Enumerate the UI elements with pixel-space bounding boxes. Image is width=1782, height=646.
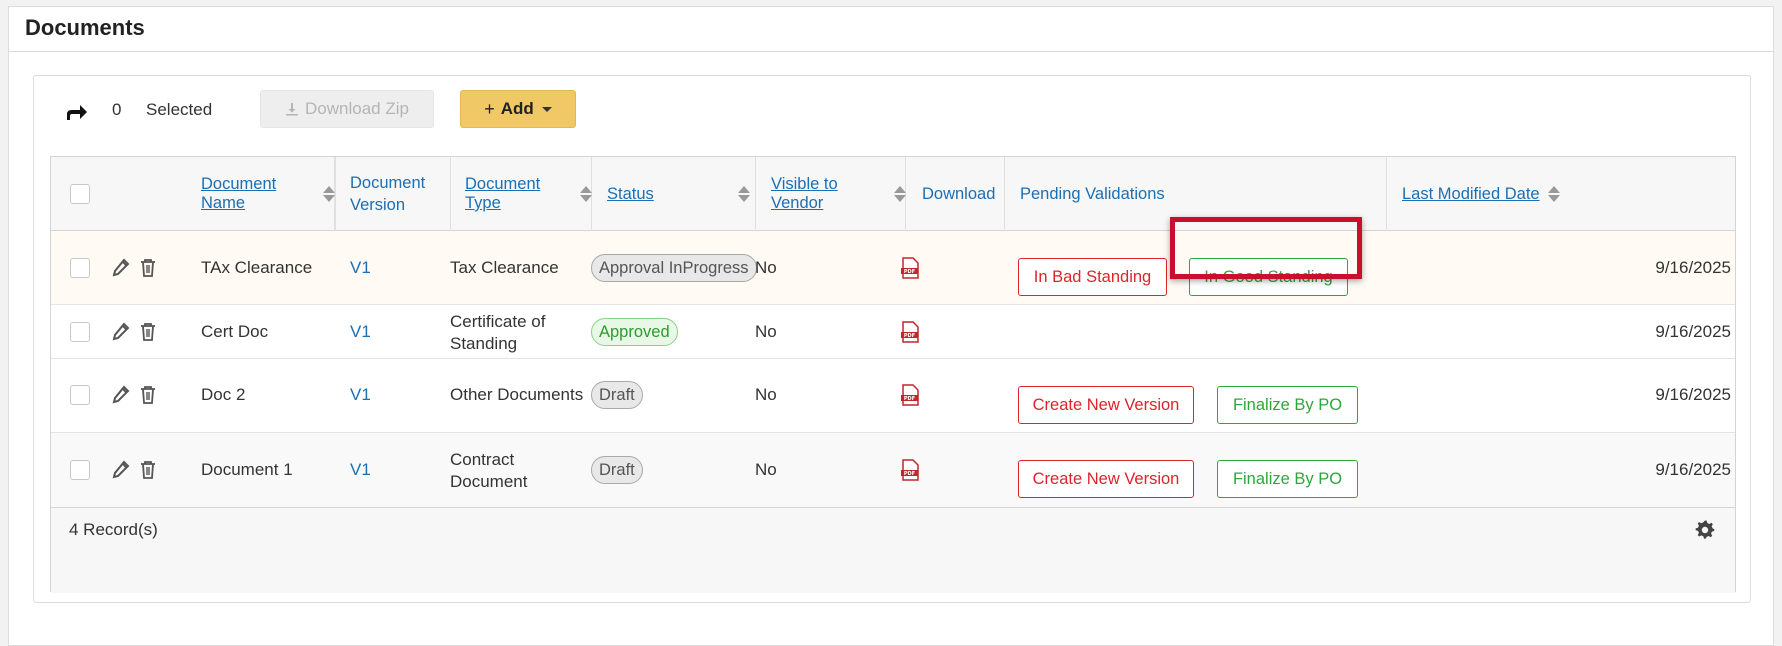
header-status[interactable]: Status (592, 157, 756, 231)
table-header: Document Name Document Version Document … (51, 157, 1735, 231)
row-checkbox[interactable] (70, 322, 90, 342)
status-badge: Approved (591, 318, 678, 346)
panel-header: Documents (9, 7, 1773, 52)
add-button[interactable]: + Add (460, 90, 576, 128)
download-icon (286, 103, 299, 116)
sort-icon[interactable] (1547, 185, 1560, 203)
select-all-checkbox[interactable] (70, 184, 90, 204)
header-document-version: Document Version (350, 157, 451, 231)
sort-icon[interactable] (893, 185, 907, 203)
document-name: Document 1 (201, 460, 293, 479)
row-checkbox[interactable] (70, 258, 90, 278)
finalize-by-po-button[interactable]: Finalize By PO (1217, 386, 1358, 424)
sort-icon[interactable] (322, 185, 336, 203)
pdf-icon[interactable]: PDF (900, 257, 920, 279)
last-modified-date: 9/16/2025 (1655, 322, 1731, 341)
document-name: TAx Clearance (201, 258, 313, 277)
header-document-type[interactable]: Document Type (450, 157, 593, 231)
sort-icon[interactable] (738, 185, 750, 203)
status-badge: Draft (591, 381, 643, 409)
in-good-standing-button[interactable]: In Good Standing (1189, 258, 1348, 296)
svg-text:PDF: PDF (904, 269, 915, 275)
last-modified-date: 9/16/2025 (1655, 385, 1731, 404)
in-bad-standing-button[interactable]: In Bad Standing (1018, 258, 1167, 296)
document-type-line1: Certificate of (450, 312, 546, 331)
pdf-icon[interactable]: PDF (900, 321, 920, 343)
document-name: Doc 2 (201, 385, 246, 404)
document-name: Cert Doc (201, 322, 269, 341)
row-checkbox[interactable] (70, 385, 90, 405)
table-row: TAx Clearance V1 Tax Clearance Approval … (51, 231, 1735, 305)
trash-icon[interactable] (139, 385, 157, 405)
document-version-link[interactable]: V1 (350, 459, 371, 481)
last-modified-date: 9/16/2025 (1655, 258, 1731, 277)
download-zip-label: Download Zip (305, 99, 409, 118)
status-badge: Approval InProgress (591, 254, 757, 282)
record-count: 4 Record(s) (69, 520, 158, 539)
download-zip-button[interactable]: Download Zip (260, 90, 434, 128)
chevron-down-icon (541, 106, 552, 112)
create-new-version-button[interactable]: Create New Version (1018, 460, 1194, 498)
selected-label: Selected (146, 100, 213, 119)
pencil-icon[interactable] (112, 385, 130, 405)
documents-table: Document Name Document Version Document … (50, 156, 1736, 593)
add-label: Add (500, 99, 534, 118)
header-pending-validations: Pending Validations (1005, 157, 1387, 231)
last-modified-date: 9/16/2025 (1655, 460, 1731, 479)
header-last-modified-date[interactable]: Last Modified Date (1387, 157, 1737, 231)
status-badge: Draft (591, 456, 643, 484)
document-type: Tax Clearance (450, 258, 559, 277)
visible-to-vendor: No (755, 460, 777, 479)
trash-icon[interactable] (139, 460, 157, 480)
table-row: Doc 2 V1 Other Documents Draft No PDF Cr… (51, 359, 1735, 433)
pencil-icon[interactable] (112, 460, 130, 480)
selected-count: 0 (112, 100, 122, 119)
document-version-link[interactable]: V1 (350, 257, 371, 279)
visible-to-vendor: No (755, 258, 777, 277)
header-document-name[interactable]: Document Name (201, 157, 336, 231)
table-row: Cert Doc V1 Certificate of Standing Appr… (51, 305, 1735, 359)
document-type: Other Documents (450, 385, 584, 404)
finalize-by-po-button[interactable]: Finalize By PO (1217, 460, 1358, 498)
sort-icon[interactable] (579, 185, 593, 203)
pdf-icon[interactable]: PDF (900, 384, 920, 406)
documents-panel: Documents 0 Selected Download Zip + Add (8, 6, 1774, 646)
toolbar: 0 Selected Download Zip + Add (34, 90, 1750, 130)
gear-icon[interactable] (1695, 520, 1715, 540)
svg-text:PDF: PDF (904, 333, 915, 339)
svg-text:PDF: PDF (904, 471, 915, 477)
pencil-icon[interactable] (112, 258, 130, 278)
svg-text:PDF: PDF (904, 396, 915, 402)
document-type-line2: Standing (450, 334, 518, 353)
plus-icon: + (484, 98, 495, 119)
table-footer: 4 Record(s) (51, 508, 1735, 593)
table-row: Document 1 V1 Contract Document Draft No… (51, 433, 1735, 508)
pdf-icon[interactable]: PDF (900, 459, 920, 481)
documents-card: 0 Selected Download Zip + Add Document N… (33, 75, 1751, 603)
share-arrow-icon[interactable] (64, 102, 88, 122)
visible-to-vendor: No (755, 385, 777, 404)
create-new-version-button[interactable]: Create New Version (1018, 386, 1194, 424)
visible-to-vendor: No (755, 322, 777, 341)
trash-icon[interactable] (139, 258, 157, 278)
document-version-link[interactable]: V1 (350, 384, 371, 406)
document-type-line1: Contract (450, 450, 515, 469)
row-checkbox[interactable] (70, 460, 90, 480)
header-visible-to-vendor[interactable]: Visible to Vendor (756, 157, 907, 231)
header-download: Download (906, 157, 1005, 231)
trash-icon[interactable] (139, 322, 157, 342)
document-version-link[interactable]: V1 (350, 321, 371, 343)
document-type-line2: Document (450, 472, 528, 491)
pencil-icon[interactable] (112, 322, 130, 342)
page-title: Documents (25, 15, 145, 40)
